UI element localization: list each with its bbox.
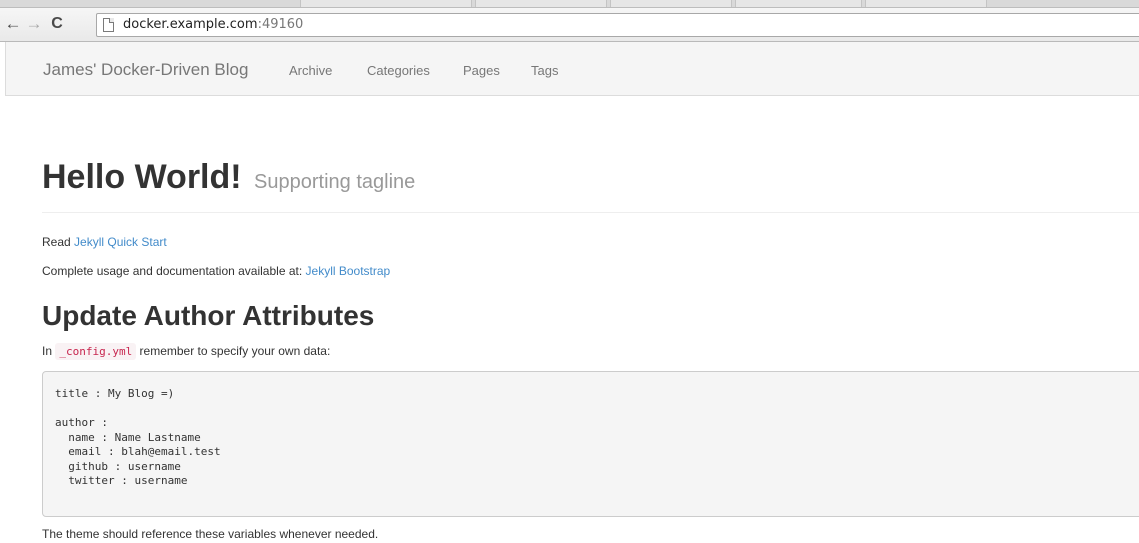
config-prefix: In — [42, 344, 56, 358]
url-text[interactable]: docker.example.com:49160 — [123, 17, 303, 32]
jekyll-quick-start-link[interactable]: Jekyll Quick Start — [74, 235, 167, 249]
header-divider — [42, 212, 1139, 213]
config-paragraph: In _config.yml remember to specify your … — [42, 343, 331, 360]
section-heading: Update Author Attributes — [42, 300, 375, 331]
docs-prefix: Complete usage and documentation availab… — [42, 264, 306, 278]
nav-link-tags[interactable]: Tags — [531, 63, 558, 78]
nav-link-pages[interactable]: Pages — [463, 63, 500, 78]
tab-strip — [0, 0, 1139, 8]
page-title: Hello World! Supporting tagline — [42, 158, 415, 197]
read-paragraph: Read Jekyll Quick Start — [42, 235, 167, 249]
page-title-text: Hello World! — [42, 158, 242, 196]
config-filename: _config.yml — [55, 343, 137, 360]
site-navbar: James' Docker-Driven Blog Archive Catego… — [5, 42, 1139, 96]
page-tagline: Supporting tagline — [254, 171, 416, 193]
browser-tab[interactable] — [300, 0, 472, 7]
nav-link-categories[interactable]: Categories — [367, 63, 430, 78]
config-suffix: remember to specify your own data: — [136, 344, 331, 358]
back-arrow-icon[interactable]: ← — [3, 13, 23, 35]
browser-tab[interactable] — [735, 0, 862, 7]
url-port: :49160 — [257, 17, 304, 32]
forward-arrow-icon[interactable]: → — [24, 13, 44, 35]
jekyll-bootstrap-link[interactable]: Jekyll Bootstrap — [306, 264, 391, 278]
docs-paragraph: Complete usage and documentation availab… — [42, 264, 390, 278]
address-bar[interactable]: docker.example.com:49160 — [96, 13, 1139, 37]
browser-tab[interactable] — [475, 0, 607, 7]
browser-toolbar: ← → C docker.example.com:49160 — [0, 8, 1139, 42]
footer-paragraph: The theme should reference these variabl… — [42, 527, 379, 541]
nav-link-archive[interactable]: Archive — [289, 63, 332, 78]
read-prefix: Read — [42, 235, 75, 249]
page-icon — [103, 18, 114, 32]
browser-tab[interactable] — [610, 0, 732, 7]
browser-tab[interactable] — [865, 0, 987, 7]
site-brand-link[interactable]: James' Docker-Driven Blog — [43, 60, 248, 80]
reload-icon[interactable]: C — [46, 13, 68, 35]
url-host: docker.example.com — [123, 17, 258, 32]
config-code-block: title : My Blog =) author : name : Name … — [42, 371, 1139, 517]
